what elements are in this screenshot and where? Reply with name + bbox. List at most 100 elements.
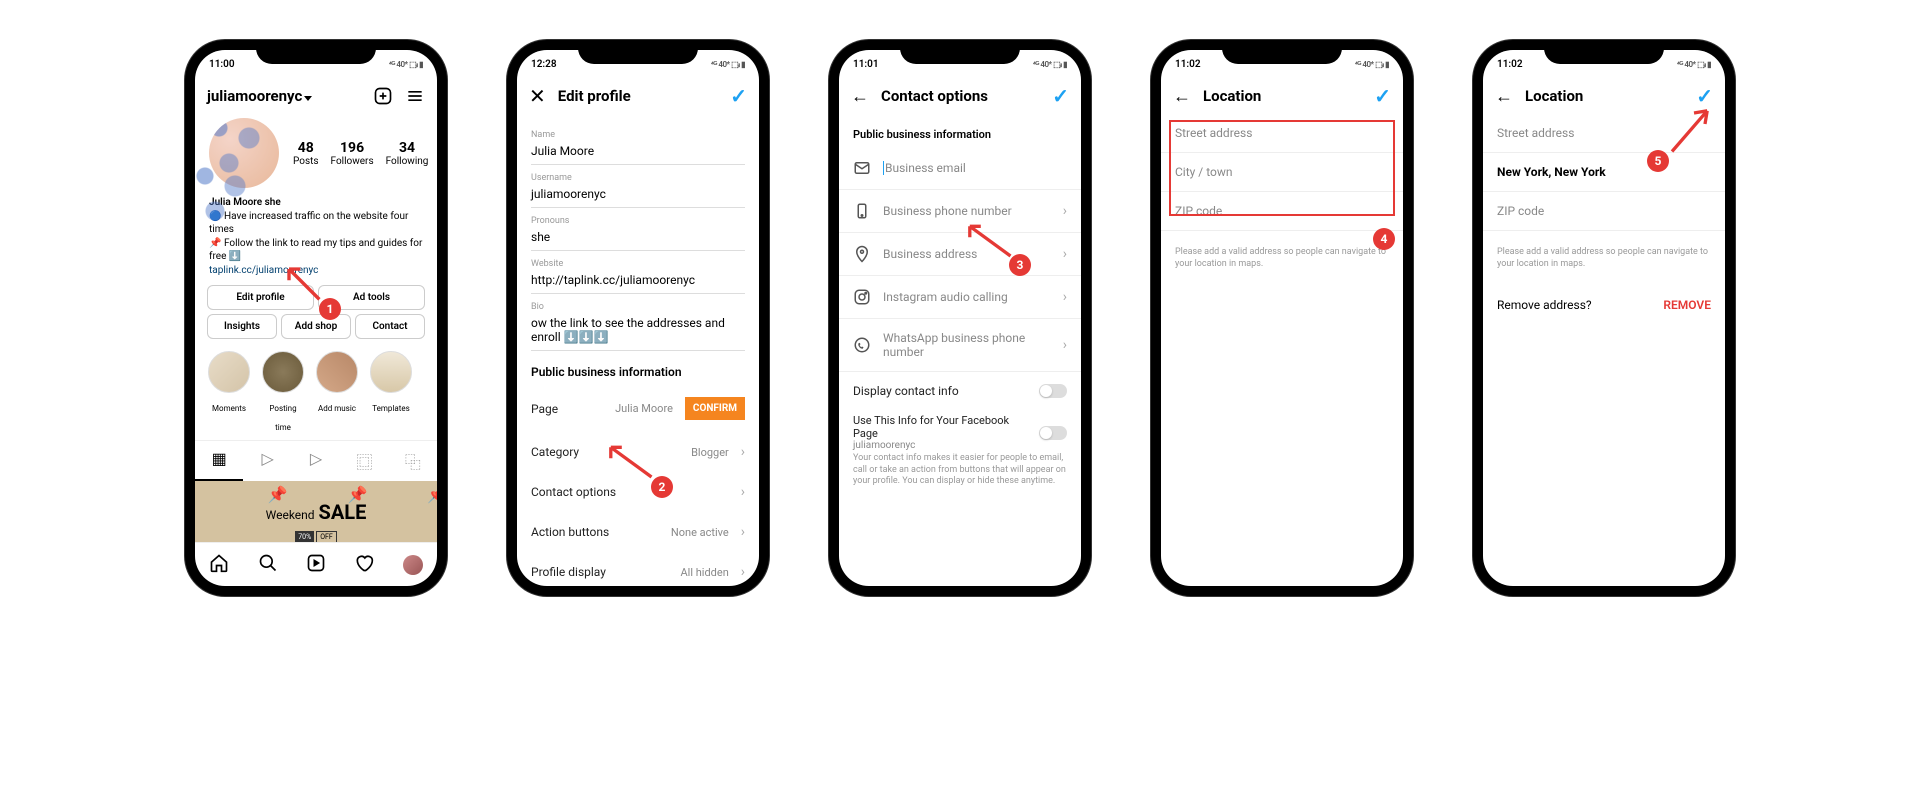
location-icon <box>853 245 871 263</box>
pronouns-field[interactable]: she <box>531 226 745 251</box>
whatsapp-icon <box>853 336 871 354</box>
tab-guides[interactable]: ⿴ <box>340 441 388 481</box>
help-text: Your contact info makes it easier for pe… <box>839 453 1081 498</box>
help-text: Please add a valid address so people can… <box>1483 231 1725 286</box>
tab-grid[interactable]: ▦ <box>195 441 243 481</box>
annotation-badge-4: 4 <box>1373 228 1395 250</box>
annotation-badge-1: 1 <box>319 298 341 320</box>
location-form: Street address New York, New York ZIP co… <box>1483 114 1725 586</box>
back-icon[interactable]: ← <box>1495 86 1513 107</box>
business-phone-row[interactable]: Business phone number› <box>839 190 1081 233</box>
bio-line: 📌 Follow the link to read my tips and gu… <box>209 237 423 264</box>
status-bar: 11:01 ⁴ᴳ 40* ⬚ᵢₗ ▮ <box>839 50 1081 78</box>
location-form: Street address City / town ZIP code Plea… <box>1161 114 1403 586</box>
display-contact-toggle[interactable] <box>1039 384 1067 398</box>
insights-button[interactable]: Insights <box>207 314 277 339</box>
create-post-icon[interactable] <box>373 86 393 106</box>
status-bar: 11:02 ⁴ᴳ 40* ⬚ᵢₗ ▮ <box>1483 50 1725 78</box>
nav-activity-icon[interactable] <box>354 553 374 577</box>
post-sale-banner[interactable]: 📌 📌 📌 Weekend SALE 70%OFF <box>195 481 437 542</box>
confirm-check-icon[interactable]: ✓ <box>730 84 747 108</box>
profile-display-row[interactable]: Profile display All hidden› <box>517 552 759 586</box>
status-indicators: ⁴ᴳ 40* ⬚ᵢₗ ▮ <box>711 60 745 69</box>
edit-profile-button[interactable]: Edit profile <box>207 285 314 310</box>
screen-edit-profile: 12:28 ⁴ᴳ 40* ⬚ᵢₗ ▮ ✕ Edit profile ✓ Name… <box>517 50 759 586</box>
status-bar: 11:02 ⁴ᴳ 40* ⬚ᵢₗ ▮ <box>1161 50 1403 78</box>
contact-options-row[interactable]: Contact options› <box>517 472 759 512</box>
profile-username[interactable]: juliamoorenyc <box>207 87 361 105</box>
remove-address-row: Remove address? REMOVE <box>1483 286 1725 324</box>
screen-profile: 11:00 ⁴ᴳ 40* ⬚ᵢₗ ▮ juliamoorenyc 48Posts… <box>195 50 437 586</box>
highlight-item[interactable]: Posting time <box>261 351 305 434</box>
annotation-badge-3: 3 <box>1009 254 1031 276</box>
page-title: Location <box>1525 87 1684 105</box>
profile-tabs: ▦ ▷ ▷ ⿴ ⿻ <box>195 440 437 481</box>
highlight-item[interactable]: Add music <box>315 351 359 434</box>
zip-field[interactable]: ZIP code <box>1483 192 1725 231</box>
profile-avatar[interactable] <box>209 118 279 188</box>
action-buttons-row[interactable]: Action buttons None active› <box>517 512 759 552</box>
profile-stats: 48Posts 196Followers 34Following <box>293 140 428 167</box>
bio-link[interactable]: taplink.cc/juliamoorenyc <box>209 264 423 278</box>
status-time: 12:28 <box>531 59 557 70</box>
remove-button[interactable]: REMOVE <box>1663 298 1711 312</box>
display-contact-toggle-row: Display contact info <box>839 372 1081 410</box>
username-field[interactable]: juliamoorenyc <box>531 183 745 208</box>
city-field[interactable]: City / town <box>1161 153 1403 192</box>
pbi-section-title: Public business information <box>517 351 759 385</box>
add-shop-button[interactable]: Add shop <box>281 314 351 339</box>
back-icon[interactable]: ← <box>851 86 869 107</box>
close-icon[interactable]: ✕ <box>529 84 546 108</box>
location-header: ← Location ✓ <box>1483 78 1725 114</box>
status-indicators: ⁴ᴳ 40* ⬚ᵢₗ ▮ <box>389 60 423 69</box>
city-field[interactable]: New York, New York <box>1483 153 1725 192</box>
screen-contact-options: 11:01 ⁴ᴳ 40* ⬚ᵢₗ ▮ ← Contact options ✓ P… <box>839 50 1081 586</box>
website-field[interactable]: http://taplink.cc/juliamoorenyc <box>531 269 745 294</box>
tab-reels[interactable]: ▷ <box>243 441 291 481</box>
back-icon[interactable]: ← <box>1173 86 1191 107</box>
profile-header: juliamoorenyc <box>195 78 437 114</box>
business-email-row[interactable]: Business email <box>839 147 1081 190</box>
confirm-check-icon[interactable]: ✓ <box>1052 84 1069 108</box>
nav-reels-icon[interactable] <box>306 553 326 577</box>
bio-field[interactable]: ow the link to see the addresses and enr… <box>531 312 745 351</box>
nav-profile-avatar[interactable] <box>403 555 423 575</box>
nav-home-icon[interactable] <box>209 553 229 577</box>
stat-posts[interactable]: 48Posts <box>293 140 319 167</box>
street-address-field[interactable]: Street address <box>1483 114 1725 153</box>
category-row[interactable]: Category Blogger› <box>517 432 759 472</box>
audio-calling-row[interactable]: Instagram audio calling› <box>839 276 1081 319</box>
zip-field[interactable]: ZIP code <box>1161 192 1403 231</box>
whatsapp-row[interactable]: WhatsApp business phone number› <box>839 319 1081 372</box>
phone-icon <box>853 202 871 220</box>
instagram-icon <box>853 288 871 306</box>
profile-content: 48Posts 196Followers 34Following Julia M… <box>195 114 437 542</box>
confirm-check-icon[interactable]: ✓ <box>1696 84 1713 108</box>
tab-play[interactable]: ▷ <box>292 441 340 481</box>
confirm-check-icon[interactable]: ✓ <box>1374 84 1391 108</box>
highlight-item[interactable]: Templates <box>369 351 413 434</box>
stat-followers[interactable]: 196Followers <box>331 140 374 167</box>
page-title: Location <box>1203 87 1362 105</box>
screen-location-empty: 11:02 ⁴ᴳ 40* ⬚ᵢₗ ▮ ← Location ✓ Street a… <box>1161 50 1403 586</box>
facebook-info-toggle[interactable] <box>1039 426 1067 440</box>
page-title: Contact options <box>881 87 1040 105</box>
field-label: Pronouns <box>531 216 745 226</box>
page-row[interactable]: Page Julia Moore CONFIRM <box>517 385 759 432</box>
hamburger-icon[interactable] <box>405 86 425 106</box>
name-field[interactable]: Julia Moore <box>531 140 745 165</box>
stat-following[interactable]: 34Following <box>386 140 429 167</box>
confirm-button[interactable]: CONFIRM <box>685 397 745 420</box>
tab-tagged[interactable]: ⿻ <box>389 441 437 481</box>
business-address-row[interactable]: Business address› <box>839 233 1081 276</box>
street-address-field[interactable]: Street address <box>1161 114 1403 153</box>
contact-button[interactable]: Contact <box>355 314 425 339</box>
contact-options-header: ← Contact options ✓ <box>839 78 1081 114</box>
status-indicators: ⁴ᴳ 40* ⬚ᵢₗ ▮ <box>1677 60 1711 69</box>
phone-frame-1: 11:00 ⁴ᴳ 40* ⬚ᵢₗ ▮ juliamoorenyc 48Posts… <box>185 40 447 596</box>
status-time: 11:01 <box>853 59 879 70</box>
phone-frame-4: 11:02 ⁴ᴳ 40* ⬚ᵢₗ ▮ ← Location ✓ Street a… <box>1151 40 1413 596</box>
highlight-item[interactable]: Moments <box>207 351 251 434</box>
nav-search-icon[interactable] <box>258 553 278 577</box>
help-text: Please add a valid address so people can… <box>1161 231 1403 286</box>
